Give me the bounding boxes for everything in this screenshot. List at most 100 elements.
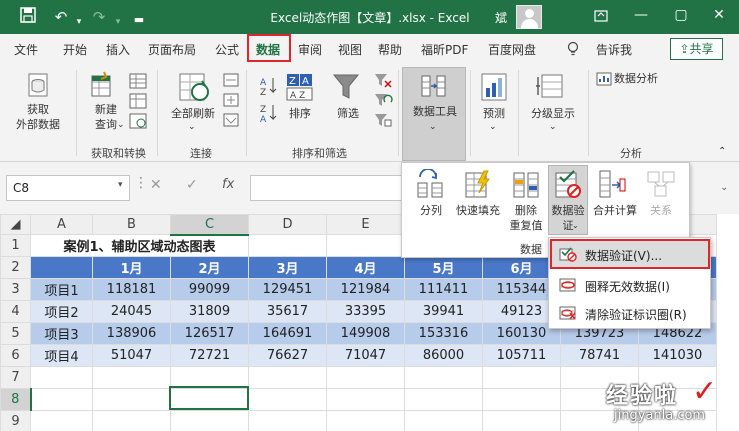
cell[interactable]	[30, 410, 93, 431]
cell[interactable]: 126517	[170, 322, 249, 345]
cell[interactable]: 86000	[404, 344, 483, 367]
cell[interactable]	[482, 366, 561, 389]
cell[interactable]	[326, 234, 405, 257]
cell[interactable]: 105711	[482, 344, 561, 367]
get-external-data-button[interactable]: 获取 外部数据	[8, 102, 68, 132]
advanced-filter-icons[interactable]	[373, 72, 393, 139]
cell[interactable]	[326, 410, 405, 431]
menu-item-circle-invalid-data[interactable]: 圈释无效数据(I)	[549, 271, 710, 299]
data-analysis-button[interactable]: 数据分析	[614, 71, 658, 86]
column-header[interactable]: A	[30, 214, 93, 235]
show-queries-icon[interactable]	[128, 72, 150, 139]
item-label-cell[interactable]: 项目4	[30, 344, 93, 367]
cell[interactable]	[482, 410, 561, 431]
cell[interactable]: 71047	[326, 344, 405, 367]
cell[interactable]: 121984	[326, 278, 405, 301]
text-to-columns-button[interactable]: 分列	[416, 203, 446, 218]
tab-review[interactable]: 审阅	[298, 41, 322, 58]
cell[interactable]: 72721	[170, 344, 249, 367]
tab-formulas[interactable]: 公式	[215, 41, 239, 58]
cell[interactable]	[248, 366, 327, 389]
name-box-dropdown-icon[interactable]: ▾	[118, 180, 123, 190]
data-tools-button[interactable]: 数据工具 ⌄	[402, 67, 466, 161]
cell[interactable]	[326, 366, 405, 389]
data-validation-button[interactable]: 数据验 证 ⌄	[548, 165, 588, 235]
cell[interactable]: 24045	[92, 300, 171, 323]
user-avatar[interactable]	[516, 5, 542, 29]
forecast-button[interactable]: 预测	[480, 106, 508, 121]
cell[interactable]	[482, 388, 561, 411]
cell[interactable]: 149908	[326, 322, 405, 345]
row-header[interactable]: 7	[0, 366, 31, 389]
save-icon[interactable]	[17, 7, 39, 28]
cell[interactable]: 153316	[404, 322, 483, 345]
select-all-corner[interactable]: ◢	[0, 214, 31, 235]
share-button[interactable]: ⇪共享	[670, 38, 723, 60]
row-header[interactable]: 3	[0, 278, 31, 301]
more-options-icon[interactable]: ⋮	[134, 175, 148, 191]
remove-duplicates-button[interactable]: 删除 重复值	[508, 203, 544, 233]
month-header-cell[interactable]: 4月	[326, 256, 405, 279]
row-header[interactable]: 1	[0, 234, 31, 257]
tab-home[interactable]: 开始	[63, 41, 87, 58]
maximize-button[interactable]: ▢	[666, 7, 696, 23]
expand-formula-bar-icon[interactable]: ⌄	[720, 182, 728, 193]
redo-dropdown-icon[interactable]: ▾	[107, 12, 129, 32]
collapse-ribbon-icon[interactable]: ⌃	[718, 144, 726, 159]
cell[interactable]	[326, 388, 405, 411]
minimize-button[interactable]: —	[626, 7, 656, 23]
name-box[interactable]: C8	[6, 175, 130, 201]
lightbulb-icon[interactable]	[566, 41, 580, 60]
cell[interactable]: 31809	[170, 300, 249, 323]
cell[interactable]	[170, 410, 249, 431]
row-header[interactable]: 8	[0, 388, 32, 411]
cell[interactable]: 111411	[404, 278, 483, 301]
sort-button[interactable]: 排序	[286, 106, 314, 121]
undo-dropdown-icon[interactable]: ▾	[68, 12, 90, 32]
row-header[interactable]: 4	[0, 300, 31, 323]
ribbon-display-options-icon[interactable]	[586, 9, 616, 27]
month-header-cell[interactable]: 1月	[92, 256, 171, 279]
close-button[interactable]: ✕	[704, 7, 734, 23]
flash-fill-button[interactable]: 快速填充	[452, 203, 504, 218]
tab-page-layout[interactable]: 页面布局	[148, 41, 196, 58]
cell[interactable]: 138906	[92, 322, 171, 345]
cell[interactable]	[248, 410, 327, 431]
column-header[interactable]: D	[248, 214, 327, 235]
month-header-cell[interactable]: 2月	[170, 256, 249, 279]
chevron-down-icon[interactable]: ⌄	[549, 120, 557, 135]
tab-file[interactable]: 文件	[14, 41, 38, 58]
row-header[interactable]: 6	[0, 344, 31, 367]
item-label-cell[interactable]: 项目3	[30, 322, 93, 345]
cell[interactable]: 76627	[248, 344, 327, 367]
cell[interactable]	[404, 366, 483, 389]
row-header[interactable]: 5	[0, 322, 31, 345]
row-header[interactable]: 9	[0, 410, 31, 431]
sort-az-icon[interactable]: AZZA	[258, 74, 280, 133]
item-label-cell[interactable]: 项目2	[30, 300, 93, 323]
chevron-down-icon[interactable]: ⌄	[489, 120, 497, 135]
cell[interactable]	[404, 410, 483, 431]
active-cell-c8[interactable]	[169, 386, 249, 410]
tab-view[interactable]: 视图	[338, 41, 362, 58]
cell[interactable]	[248, 234, 327, 257]
tab-baidu-netdisk[interactable]: 百度网盘	[488, 41, 536, 58]
cell[interactable]	[92, 410, 171, 431]
cell[interactable]: 99099	[170, 278, 249, 301]
formula-input[interactable]	[250, 175, 410, 201]
row-header[interactable]: 2	[0, 256, 31, 279]
cell[interactable]	[404, 388, 483, 411]
insert-function-button[interactable]: fx	[222, 177, 234, 192]
tab-foxit-pdf[interactable]: 福昕PDF	[421, 41, 468, 58]
cancel-entry-icon[interactable]: ✕	[150, 177, 162, 193]
chevron-down-icon[interactable]: ⌄	[117, 118, 125, 133]
item-label-cell[interactable]: 项目1	[30, 278, 93, 301]
month-header-cell[interactable]: 3月	[248, 256, 327, 279]
customize-qat-icon[interactable]: ▬	[128, 10, 150, 30]
cell[interactable]	[92, 388, 171, 411]
cell[interactable]: 78741	[560, 344, 639, 367]
outline-button[interactable]: 分级显示	[526, 106, 580, 121]
cell[interactable]	[30, 366, 93, 389]
cell[interactable]: 129451	[248, 278, 327, 301]
column-header[interactable]: E	[326, 214, 405, 235]
